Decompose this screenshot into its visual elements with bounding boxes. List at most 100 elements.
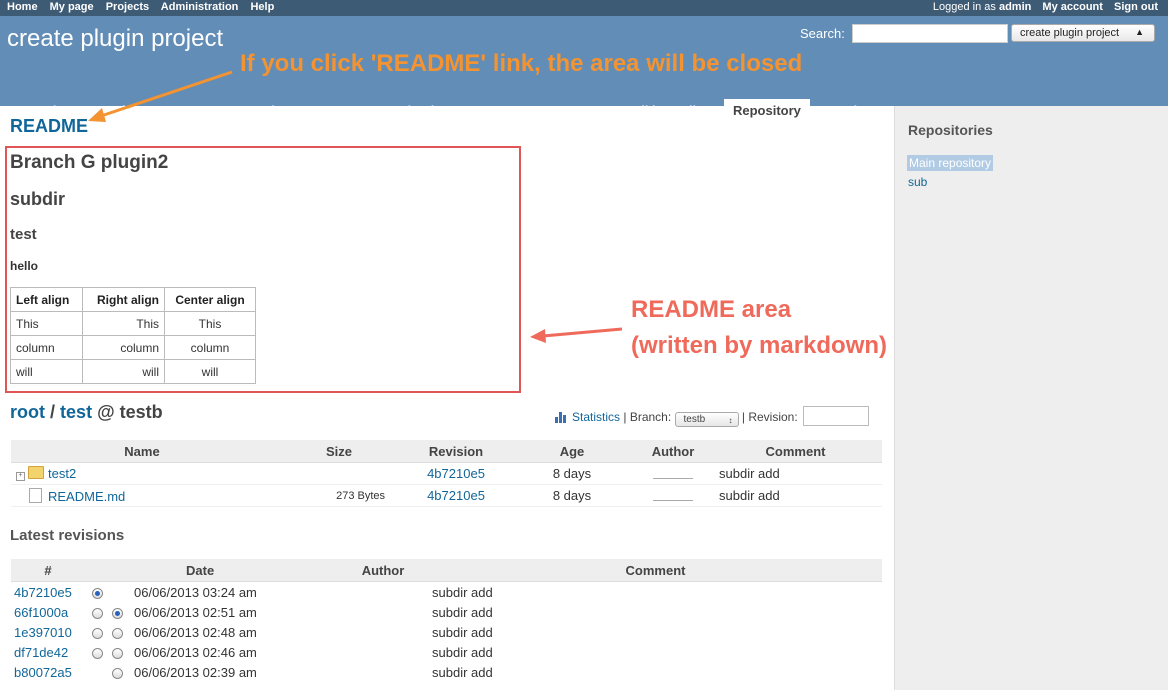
revision-date: 06/06/2013 02:46 am (134, 644, 257, 660)
col-revision: Revision (405, 440, 507, 463)
branch-select-value: testb (683, 414, 706, 425)
entry-revision-link[interactable]: 4b7210e5 (405, 485, 507, 507)
tab-repository[interactable]: Repository (724, 99, 810, 122)
pipe-separator: | (623, 410, 627, 424)
table-cell: will (82, 359, 165, 384)
revision-link[interactable]: 4b7210e5 (11, 582, 85, 603)
path-tools: Statistics | Branch: testb ↕︎ | Revision: (555, 406, 870, 427)
radio-cell (109, 662, 131, 682)
radio-to[interactable] (112, 607, 123, 619)
statistics-link[interactable]: Statistics (572, 410, 620, 424)
tab-settings[interactable]: Settings (820, 99, 889, 122)
tab-calendar[interactable]: Calendar (382, 99, 456, 122)
radio-from[interactable] (91, 587, 103, 599)
col-center-align: Center align (164, 287, 256, 312)
entry-name-link[interactable]: README.md (48, 489, 125, 504)
sidebar: Repositories Main repository sub (894, 106, 1168, 690)
revision-date: 06/06/2013 02:51 am (134, 604, 257, 620)
project-jump-select[interactable]: create plugin project ▲︎ (1011, 24, 1155, 42)
folder-icon (28, 466, 44, 479)
table-row: will will will (10, 359, 256, 384)
radio-cell (85, 642, 109, 662)
entry-age: 8 days (552, 466, 592, 481)
revision-link[interactable]: df71de42 (11, 642, 85, 662)
search-input[interactable] (852, 24, 1008, 43)
top-menu-home[interactable]: Home (7, 1, 38, 13)
entry-author (637, 463, 709, 485)
tab-activity[interactable]: Activity (92, 99, 157, 122)
top-menu-administration[interactable]: Administration (161, 1, 239, 13)
top-menu-my-page[interactable]: My page (50, 1, 94, 13)
statistics-icon (555, 411, 569, 423)
project-title: create plugin project (7, 25, 224, 52)
radio-to[interactable] (112, 647, 123, 659)
entry-name-cell: + test2 (11, 463, 273, 485)
readme-toggle-link[interactable]: README (10, 116, 88, 137)
breadcrumb-branch: @ testb (97, 402, 163, 422)
revision-link[interactable]: b80072a5 (11, 662, 85, 682)
revision-author (337, 662, 429, 682)
table-cell: This (10, 311, 83, 336)
revision-input[interactable] (803, 406, 870, 426)
entry-name-link[interactable]: test2 (48, 466, 76, 481)
branch-select[interactable]: testb ↕︎ (674, 412, 739, 427)
col-rev: # (11, 559, 85, 582)
table-header-row: Left align Right align Center align (10, 287, 256, 312)
table-cell: will (10, 359, 83, 384)
tab-gantt[interactable]: Gantt (323, 99, 375, 122)
table-row: 1e397010 06/06/2013 02:48 am subdir add (11, 622, 882, 642)
sidebar-item-sub[interactable]: sub (908, 175, 927, 189)
top-menu-sign-out[interactable]: Sign out (1114, 1, 1158, 13)
revision-author (337, 602, 429, 622)
tab-documents[interactable]: Documents (523, 99, 612, 122)
breadcrumb-separator: / (50, 402, 56, 422)
radio-to[interactable] (112, 627, 123, 639)
select-arrows-icon: ▲︎ (1135, 27, 1144, 37)
col-age: Age (507, 440, 637, 463)
breadcrumb-root[interactable]: root (10, 402, 45, 422)
readme-heading-1: Branch G plugin2 (10, 152, 169, 173)
top-menu-help[interactable]: Help (250, 1, 274, 13)
tab-news[interactable]: News (464, 99, 516, 122)
tab-new-issue[interactable]: New issue (232, 99, 314, 122)
sidebar-item-main-repository[interactable]: Main repository (907, 155, 994, 171)
readme-markdown-table: Left align Right align Center align This… (10, 287, 256, 384)
revision-date: 06/06/2013 02:39 am (134, 664, 257, 680)
tab-files[interactable]: Files (672, 99, 720, 122)
table-row: column column column (10, 335, 256, 360)
radio-to[interactable] (112, 667, 123, 679)
radio-from[interactable] (91, 647, 103, 659)
logged-in-label: Logged in as admin (925, 1, 1031, 13)
table-row: README.md 273 Bytes 4b7210e5 8 days subd… (11, 485, 882, 507)
author-placeholder (653, 488, 693, 501)
tab-wiki[interactable]: Wiki (620, 99, 665, 122)
latest-revisions-title: Latest revisions (10, 527, 125, 544)
logged-in-user[interactable]: admin (999, 1, 1031, 13)
tab-issues[interactable]: Issues (166, 99, 224, 122)
revision-link[interactable]: 1e397010 (11, 622, 85, 642)
revision-date: 06/06/2013 02:48 am (134, 624, 257, 640)
table-row: 66f1000a 06/06/2013 02:51 am subdir add (11, 602, 882, 622)
revision-comment: subdir add (432, 604, 493, 620)
revision-date: 06/06/2013 03:24 am (134, 584, 257, 600)
readme-heading-4: hello (10, 259, 39, 273)
revision-author (337, 622, 429, 642)
radio-from[interactable] (91, 607, 103, 619)
radio-from[interactable] (91, 627, 103, 639)
revision-label: | Revision: (741, 410, 798, 424)
radio-cell (85, 662, 109, 682)
revision-comment: subdir add (432, 664, 493, 680)
top-menu-my-account[interactable]: My account (1042, 1, 1103, 13)
revision-link[interactable]: 66f1000a (11, 602, 85, 622)
entry-revision-link[interactable]: 4b7210e5 (405, 463, 507, 485)
table-cell: This (164, 311, 256, 336)
table-cell: column (82, 335, 165, 360)
revision-author (337, 642, 429, 662)
annotation-readme-link: If you click 'README' link, the area wil… (240, 50, 803, 77)
top-menu-projects[interactable]: Projects (106, 1, 149, 13)
breadcrumb-dir[interactable]: test (60, 402, 92, 422)
col-left-align: Left align (10, 287, 83, 312)
search-label: Search: (800, 26, 845, 41)
readme-heading-3: test (10, 226, 37, 243)
expand-icon[interactable]: + (16, 472, 25, 481)
